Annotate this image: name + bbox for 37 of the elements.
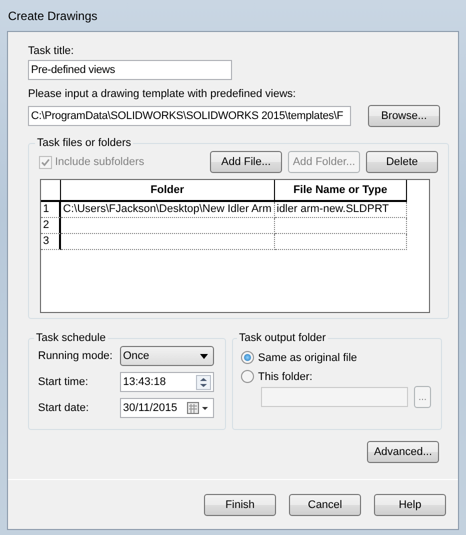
- browse-button[interactable]: Browse...: [368, 105, 440, 127]
- header-corner-cell: [41, 180, 61, 202]
- radio-button[interactable]: [241, 351, 254, 364]
- dialog-button[interactable]: Cancel: [289, 494, 361, 516]
- table-cell: C:\Users\FJackson\Desktop\New Idler Arm: [61, 202, 275, 218]
- table-cell: idler arm-new.SLDPRT: [274, 202, 407, 218]
- running-mode-dropdown[interactable]: Once: [120, 346, 214, 366]
- field-label: Start date:: [38, 402, 90, 414]
- field-label: Task title:: [28, 44, 75, 59]
- spinner-icon: [196, 374, 211, 390]
- task-title-field[interactable]: Pre-defined views: [28, 60, 232, 80]
- radio-option[interactable]: This folder:: [241, 370, 431, 383]
- start-time-field[interactable]: 13:43:18: [120, 372, 214, 392]
- row-number: 2: [41, 218, 62, 234]
- toolbar-button[interactable]: Delete: [366, 151, 438, 173]
- column-header: Folder: [60, 180, 275, 202]
- start-date-field[interactable]: 30/11/2015: [120, 398, 214, 418]
- dialog-button[interactable]: Finish: [204, 494, 276, 516]
- advanced-button[interactable]: Advanced...: [367, 441, 439, 463]
- group-title: Task files or folders: [36, 137, 132, 149]
- field-label: Running mode:: [38, 350, 114, 362]
- radio-option[interactable]: Same as original file: [241, 351, 431, 364]
- group-title: Task output folder: [238, 332, 327, 344]
- window-title: Create Drawings: [8, 8, 98, 22]
- template-path-field[interactable]: C:\ProgramData\SOLIDWORKS\SOLIDWORKS 2015\templates\F: [28, 106, 351, 126]
- column-header: File Name or Type: [274, 180, 407, 202]
- calendar-icon: [187, 401, 211, 415]
- dropdown-arrow-icon: [200, 354, 208, 358]
- radio-button[interactable]: [241, 370, 254, 383]
- dialog-button[interactable]: Help: [374, 494, 446, 516]
- field-label: Please input a drawing template with predefined views:: [28, 87, 297, 102]
- field-label: Start time:: [38, 376, 90, 388]
- toolbar-button[interactable]: Add File...: [210, 151, 282, 173]
- row-number: 3: [41, 234, 62, 250]
- row-number: 1: [41, 202, 62, 218]
- group-title: Task schedule: [35, 332, 107, 344]
- checkmark-icon: [41, 158, 50, 166]
